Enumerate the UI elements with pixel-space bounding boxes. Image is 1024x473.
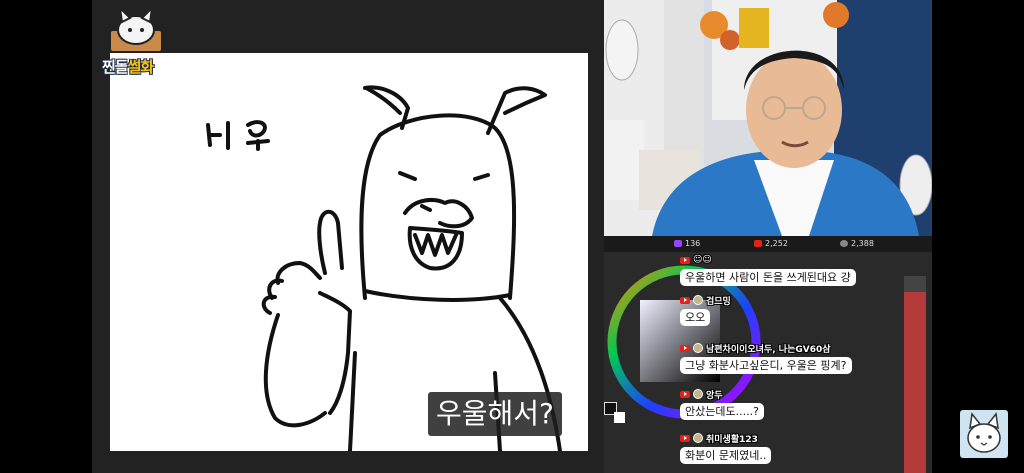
stream-frame: 찐돌썰화 우울해서? 136 2,252 2,388 ☺☺ 우울하면 사람이 돈… [92,0,932,473]
chat-text: 그냥 화분사고싶은디, 우울은 핑계? [680,357,852,374]
avatar [693,343,703,353]
chat-message: 검므밍 오오 [680,294,731,326]
secondary-color-swatch[interactable] [614,412,625,423]
viewer-count: 2,388 [851,239,874,248]
youtube-icon [680,344,690,352]
chat-text: 우울하면 사람이 돈을 쓰게된대요 걍 [680,269,856,286]
chat-message: 남편차이이오녀두, 나는GV60삼 그냥 화분사고싶은디, 우울은 핑계? [680,342,852,374]
chat-text: 화분이 문제였네.. [680,447,772,464]
chat-count: 136 [685,239,701,248]
chat-text: 오오 [680,309,711,326]
cat-face-icon [967,412,1001,453]
avatar [693,389,703,399]
person-icon [840,240,848,247]
chat-message: 앙두 안샀는데도.....? [680,388,764,420]
chat-username: ☺☺ [693,255,712,265]
chat-overlay: ☺☺ 우울하면 사람이 돈을 쓰게된대요 걍 검므밍 오오 남편차이이오녀두, … [680,254,920,473]
overlay-panel: 136 2,252 2,388 ☺☺ 우울하면 사람이 돈을 쓰게된대요 걍 검… [604,236,932,473]
chat-message: ☺☺ 우울하면 사람이 돈을 쓰게된대요 걍 [680,254,856,286]
webcam-feed [604,0,932,236]
channel-logo: 찐돌썰화 [100,6,172,78]
youtube-count: 2,252 [765,239,788,248]
cat-mascot-icon [109,6,163,53]
avatar [693,433,703,443]
youtube-icon [680,434,690,442]
chat-username: 취미생활123 [706,434,758,445]
channel-avatar[interactable] [960,410,1008,458]
chat-stat: 136 [674,239,700,248]
drawing-panel: 찐돌썰화 우울해서? [92,0,604,473]
youtube-stat: 2,252 [754,239,788,248]
chat-username: 검므밍 [706,296,731,307]
viewer-stat: 2,388 [840,239,874,248]
chat-text: 안샀는데도.....? [680,403,764,420]
youtube-icon [680,296,690,304]
chat-icon [674,240,682,247]
chat-message: 취미생활123 화분이 문제였네.. [680,432,772,464]
chat-username: 앙두 [706,390,723,401]
youtube-icon [680,390,690,398]
chat-username: 남편차이이오녀두, 나는GV60삼 [706,344,831,355]
youtube-icon [680,256,690,264]
subtitle-caption: 우울해서? [428,392,562,436]
stream-stats-bar: 136 2,252 2,388 [604,236,932,252]
streamer-video [604,0,932,236]
avatar [693,295,703,305]
youtube-icon [754,240,762,247]
logo-text: 찐돌썰화 [102,58,154,76]
